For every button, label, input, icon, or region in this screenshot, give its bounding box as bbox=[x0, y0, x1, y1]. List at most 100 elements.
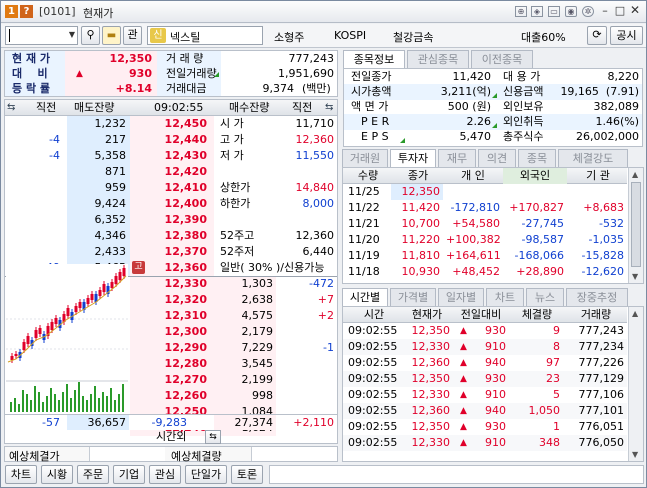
window-number-badge[interactable]: 1 bbox=[5, 5, 18, 18]
ask-qty[interactable]: 217 bbox=[67, 132, 129, 148]
message-bar bbox=[269, 465, 644, 484]
expected-qty-value bbox=[251, 447, 337, 461]
lock-icon[interactable]: ⊕ bbox=[515, 6, 527, 17]
ask-prev-change: -4 bbox=[49, 133, 60, 146]
bottom-button-2[interactable]: 시황 bbox=[41, 465, 73, 484]
bid-price[interactable]: 12,290 bbox=[130, 340, 210, 356]
bid-qty[interactable]: 2,638 bbox=[214, 292, 276, 308]
tab-strength[interactable]: 체결강도 bbox=[558, 149, 628, 167]
ask-qty[interactable]: 4,346 bbox=[67, 228, 129, 244]
ask-price[interactable]: 12,440 bbox=[130, 132, 210, 148]
bid-price[interactable]: 12,280 bbox=[130, 356, 210, 372]
bid-price[interactable]: 12,320 bbox=[130, 292, 210, 308]
scroll-down-icon[interactable]: ▼ bbox=[632, 450, 638, 459]
maximize-icon[interactable]: □ bbox=[614, 5, 626, 17]
info-value: 11,420 bbox=[452, 70, 492, 83]
after-hours-toggle-icon[interactable]: ⇆ bbox=[205, 430, 221, 444]
tab-previous-stocks[interactable]: 이전종목 bbox=[471, 50, 533, 68]
close-icon[interactable]: ✕ bbox=[629, 4, 641, 17]
bid-price[interactable]: 12,310 bbox=[130, 308, 210, 324]
tab-by-date[interactable]: 일자별 bbox=[438, 288, 484, 306]
ask-price[interactable]: 12,390 bbox=[130, 212, 210, 228]
ask-price[interactable]: 12,380 bbox=[130, 228, 210, 244]
ask-row: 2,433 12,370 52주저 6,440 bbox=[5, 244, 337, 260]
chevron-down-icon[interactable]: ▼ bbox=[69, 30, 75, 39]
volume-bar bbox=[54, 394, 56, 412]
side-value bbox=[267, 164, 337, 180]
ask-price[interactable]: 12,420 bbox=[130, 164, 210, 180]
scroll-up-icon[interactable]: ▲ bbox=[632, 170, 638, 179]
camera-icon[interactable]: ◉ bbox=[565, 6, 577, 17]
info-label: 시가총액 bbox=[351, 85, 392, 98]
ask-price[interactable]: 12,400 bbox=[130, 196, 210, 212]
bottom-button-7[interactable]: 토론 bbox=[231, 465, 263, 484]
tab-by-time[interactable]: 시간별 bbox=[342, 288, 388, 306]
ask-qty[interactable]: 1,232 bbox=[67, 116, 129, 132]
bid-qty[interactable]: 7,229 bbox=[214, 340, 276, 356]
tab-investor[interactable]: 투자자 bbox=[390, 149, 436, 167]
notice-button[interactable]: 공시 bbox=[610, 26, 643, 45]
ask-qty[interactable]: 2,433 bbox=[67, 244, 129, 260]
minimize-icon[interactable]: – bbox=[599, 5, 611, 17]
tab-by-price[interactable]: 가격별 bbox=[390, 288, 436, 306]
date-cell: 11/18 bbox=[348, 265, 380, 278]
bid-price[interactable]: 12,270 bbox=[130, 372, 210, 388]
copy-icon[interactable]: ▭ bbox=[548, 6, 560, 17]
scroll-down-icon[interactable]: ▼ bbox=[632, 272, 638, 281]
diff-cell: 930 bbox=[485, 420, 506, 433]
bid-prev-change: +7 bbox=[317, 293, 334, 306]
ask-price[interactable]: 12,370 bbox=[130, 244, 210, 260]
bid-qty[interactable]: 1,303 bbox=[214, 276, 276, 292]
search-button[interactable]: ⚲ bbox=[81, 26, 100, 45]
swap-icon[interactable]: ⇆ bbox=[7, 100, 15, 116]
bid-qty[interactable]: 998 bbox=[214, 388, 276, 404]
scroll-up-icon[interactable]: ▲ bbox=[632, 309, 638, 318]
folder-button[interactable]: ▬ bbox=[102, 26, 121, 45]
settings-icon[interactable]: ✲ bbox=[582, 6, 594, 17]
ask-qty[interactable]: 6,352 bbox=[67, 212, 129, 228]
ask-qty[interactable]: 871 bbox=[67, 164, 129, 180]
ask-row: 1,232 12,450 시 가 11,710 bbox=[5, 116, 337, 132]
relate-button[interactable]: 관 bbox=[123, 26, 142, 45]
bottom-button-6[interactable]: 단일가 bbox=[185, 465, 227, 484]
tab-broker[interactable]: 거래원 bbox=[342, 149, 388, 167]
ask-price[interactable]: 12,430 bbox=[130, 148, 210, 164]
stock-code-input[interactable]: ▼ bbox=[5, 26, 78, 45]
total-bid-qty: 27,374 bbox=[214, 415, 276, 430]
tab-watchlist[interactable]: 관심종목 bbox=[407, 50, 469, 68]
tab-opinion[interactable]: 의견 bbox=[478, 149, 516, 167]
ask-price[interactable]: 12,410 bbox=[130, 180, 210, 196]
ask-qty[interactable]: 5,358 bbox=[67, 148, 129, 164]
volume-bar bbox=[70, 398, 72, 412]
bottom-button-4[interactable]: 기업 bbox=[113, 465, 145, 484]
refresh-button[interactable]: ⟳ bbox=[587, 26, 607, 45]
bottom-button-5[interactable]: 관심 bbox=[149, 465, 181, 484]
ask-qty[interactable]: 9,424 bbox=[67, 196, 129, 212]
bid-qty[interactable]: 2,199 bbox=[214, 372, 276, 388]
bid-price[interactable]: 12,300 bbox=[130, 324, 210, 340]
tab-news[interactable]: 뉴스 bbox=[526, 288, 564, 306]
bid-price[interactable]: 12,260 bbox=[130, 388, 210, 404]
bid-qty[interactable]: 2,179 bbox=[214, 324, 276, 340]
tab-finance[interactable]: 재무 bbox=[438, 149, 476, 167]
bottom-button-1[interactable]: 차트 bbox=[5, 465, 37, 484]
title-bar: 1 ? [0101] 현재가 ⊕ ◈ ▭ ◉ ✲ – □ ✕ bbox=[1, 1, 646, 23]
link-icon[interactable]: ◈ bbox=[531, 6, 543, 17]
swap-icon[interactable]: ⇆ bbox=[325, 100, 333, 116]
bid-qty[interactable]: 4,575 bbox=[214, 308, 276, 324]
tab-estimate[interactable]: 장중추정 bbox=[566, 288, 628, 306]
scroll-thumb[interactable] bbox=[631, 182, 641, 267]
window-title: 현재가 bbox=[83, 7, 114, 20]
help-icon[interactable]: ? bbox=[20, 5, 33, 18]
ask-qty[interactable]: 959 bbox=[67, 180, 129, 196]
tab-stock-info[interactable]: 종목정보 bbox=[343, 50, 405, 68]
stock-name-field[interactable]: 신 넥스틸 bbox=[147, 26, 263, 45]
bid-price[interactable]: 12,330 bbox=[130, 276, 210, 292]
ask-price[interactable]: 12,450 bbox=[130, 116, 210, 132]
scrollbar[interactable]: ▲ ▼ bbox=[628, 307, 643, 461]
tab-chart[interactable]: 차트 bbox=[486, 288, 524, 306]
scrollbar[interactable]: ▲ ▼ bbox=[628, 168, 643, 283]
bid-qty[interactable]: 3,545 bbox=[214, 356, 276, 372]
bottom-button-3[interactable]: 주문 bbox=[77, 465, 109, 484]
tab-stock[interactable]: 종목 bbox=[518, 149, 556, 167]
